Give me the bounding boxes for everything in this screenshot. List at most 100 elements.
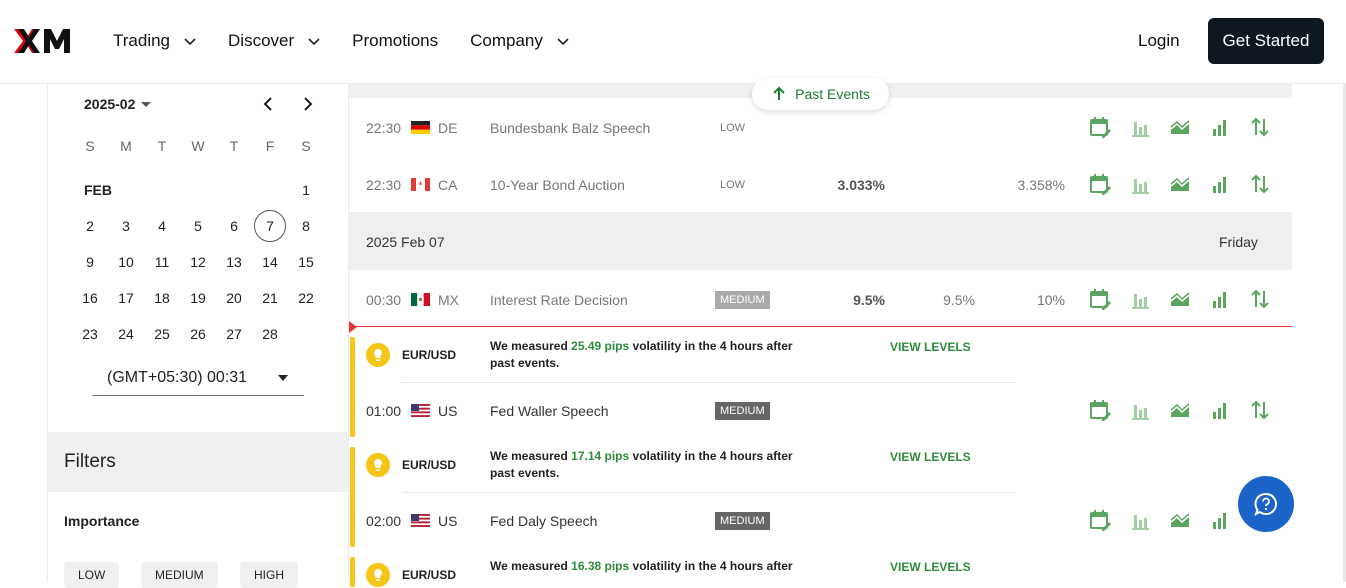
importance-low-chip[interactable]: LOW: [64, 562, 120, 588]
bar-chart-icon[interactable]: [1129, 173, 1151, 195]
event-row[interactable]: 22:30 CA 10-Year Bond Auction LOW 3.033%…: [349, 156, 1292, 212]
event-time: 22:30: [366, 120, 402, 136]
calendar-day[interactable]: 28: [252, 326, 288, 342]
volatility-text: We measured 16.38 pips volatility in the…: [490, 558, 820, 575]
calendar-day[interactable]: 25: [144, 326, 180, 342]
calendar-day[interactable]: 18: [144, 290, 180, 306]
importance-badge: MEDIUM: [715, 291, 770, 309]
bar-chart-icon[interactable]: [1129, 509, 1151, 531]
event-actions: [1089, 173, 1271, 195]
importance-medium-chip[interactable]: MEDIUM: [141, 562, 218, 588]
calendar-day[interactable]: 26: [180, 326, 216, 342]
calendar-day[interactable]: 1: [288, 182, 324, 198]
get-started-button[interactable]: Get Started: [1208, 18, 1324, 64]
calendar-day[interactable]: 17: [108, 290, 144, 306]
calendar-edit-icon[interactable]: [1089, 288, 1111, 310]
sort-arrows-icon[interactable]: [1249, 399, 1271, 421]
calendar-edit-icon[interactable]: [1089, 399, 1111, 421]
event-country: CA: [438, 177, 458, 193]
calendar-day[interactable]: 11: [144, 254, 180, 270]
calendar-day[interactable]: 2: [72, 218, 108, 234]
sort-arrows-icon[interactable]: [1249, 173, 1271, 195]
area-chart-icon[interactable]: [1169, 509, 1191, 531]
calendar-day[interactable]: 20: [216, 290, 252, 306]
calendar-day[interactable]: 9: [72, 254, 108, 270]
calendar-day[interactable]: 21: [252, 290, 288, 306]
chevron-right-icon[interactable]: [299, 95, 317, 113]
calendar-edit-icon[interactable]: [1089, 116, 1111, 138]
calendar-day[interactable]: 23: [72, 326, 108, 342]
event-name[interactable]: Fed Waller Speech: [490, 403, 609, 419]
help-chat-button[interactable]: [1238, 476, 1294, 532]
area-chart-icon[interactable]: [1169, 173, 1191, 195]
bar-chart-icon[interactable]: [1129, 399, 1151, 421]
nav-discover[interactable]: Discover: [228, 31, 320, 51]
volatility-prefix: We measured: [490, 559, 572, 573]
view-levels-link[interactable]: VIEW LEVELS: [890, 340, 971, 354]
event-name[interactable]: 10-Year Bond Auction: [490, 177, 625, 193]
arrow-up-icon: [773, 86, 785, 100]
event-name[interactable]: Fed Daly Speech: [490, 513, 597, 529]
calendar-day[interactable]: 5: [180, 218, 216, 234]
volatility-text: We measured 25.49 pips volatility in the…: [490, 338, 820, 372]
volatility-indicator-bar: [350, 557, 355, 587]
area-chart-icon[interactable]: [1169, 288, 1191, 310]
event-name[interactable]: Interest Rate Decision: [490, 292, 628, 308]
event-name[interactable]: Bundesbank Balz Speech: [490, 120, 650, 136]
calendar-day[interactable]: 16: [72, 290, 108, 306]
calendar-day[interactable]: 15: [288, 254, 324, 270]
calendar-day[interactable]: 19: [180, 290, 216, 306]
calendar-edit-icon[interactable]: [1089, 173, 1111, 195]
calendar-day[interactable]: 13: [216, 254, 252, 270]
past-events-button[interactable]: Past Events: [752, 78, 889, 110]
nav-company[interactable]: Company: [470, 31, 569, 51]
view-levels-link[interactable]: VIEW LEVELS: [890, 450, 971, 464]
area-chart-icon[interactable]: [1169, 116, 1191, 138]
chevron-left-icon[interactable]: [259, 95, 277, 113]
calendar-edit-icon[interactable]: [1089, 509, 1111, 531]
event-time: 00:30: [366, 292, 402, 308]
calendar-day[interactable]: 6: [216, 218, 252, 234]
signal-bars-icon[interactable]: [1209, 399, 1231, 421]
nav-trading[interactable]: Trading: [113, 31, 196, 51]
bar-chart-icon[interactable]: [1129, 288, 1151, 310]
timezone-select[interactable]: (GMT+05:30) 00:31: [92, 362, 304, 396]
calendar-day[interactable]: 22: [288, 290, 324, 306]
event-country: US: [438, 403, 458, 419]
month-select[interactable]: 2025-02: [84, 96, 152, 112]
weekday-label: S: [301, 138, 311, 154]
signal-bars-icon[interactable]: [1209, 288, 1231, 310]
mx-flag-icon: [411, 293, 430, 306]
area-chart-icon[interactable]: [1169, 399, 1191, 421]
calendar-day[interactable]: 14: [252, 254, 288, 270]
sort-arrows-icon[interactable]: [1249, 288, 1271, 310]
nav-promotions[interactable]: Promotions: [352, 31, 438, 51]
calendar-day[interactable]: 27: [216, 326, 252, 342]
importance-badge: LOW: [720, 122, 746, 134]
chevron-down-icon: [184, 38, 196, 46]
view-levels-link[interactable]: VIEW LEVELS: [890, 560, 971, 574]
calendar-day-selected[interactable]: 7: [254, 210, 286, 242]
signal-bars-icon[interactable]: [1209, 173, 1231, 195]
login-link[interactable]: Login: [1138, 31, 1180, 51]
bar-chart-icon[interactable]: [1129, 116, 1151, 138]
volatility-suffix: volatility in the 4 hours after: [629, 559, 793, 573]
calendar-day[interactable]: 12: [180, 254, 216, 270]
importance-high-chip[interactable]: HIGH: [240, 562, 298, 588]
month-select-value: 2025-02: [84, 96, 136, 112]
calendar-day[interactable]: 3: [108, 218, 144, 234]
calendar-day[interactable]: 10: [108, 254, 144, 270]
event-row[interactable]: 00:30 MX Interest Rate Decision MEDIUM 9…: [349, 270, 1292, 326]
date-label: 2025 Feb 07: [366, 234, 445, 250]
event-row[interactable]: 01:00 US Fed Waller Speech MEDIUM: [349, 383, 1292, 437]
signal-bars-icon[interactable]: [1209, 509, 1231, 531]
signal-bars-icon[interactable]: [1209, 116, 1231, 138]
calendar-day[interactable]: 8: [288, 218, 324, 234]
xm-logo[interactable]: [14, 26, 76, 56]
weekday-label: T: [229, 138, 239, 154]
calendar-day[interactable]: 24: [108, 326, 144, 342]
calendar-day[interactable]: 4: [144, 218, 180, 234]
event-row[interactable]: 02:00 US Fed Daly Speech MEDIUM: [349, 493, 1292, 547]
chevron-down-icon: [308, 38, 320, 46]
sort-arrows-icon[interactable]: [1249, 116, 1271, 138]
